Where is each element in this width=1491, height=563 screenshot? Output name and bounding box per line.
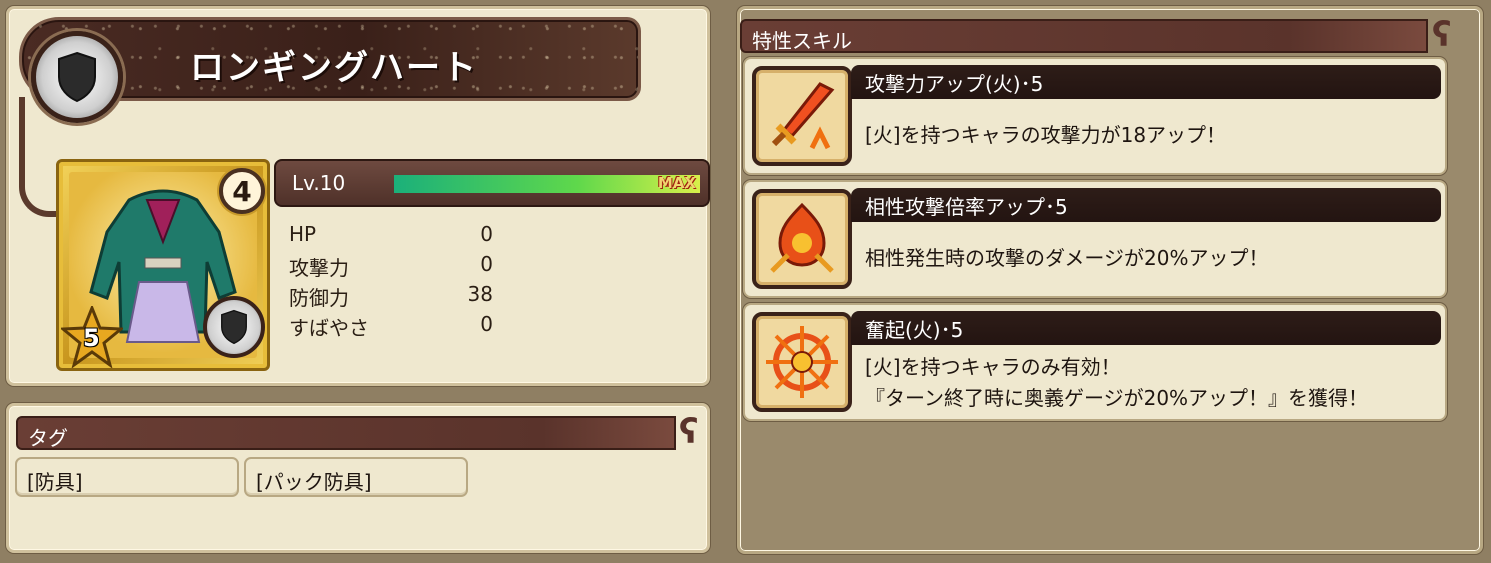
skill-description-line: 『ターン終了時に奥義ゲージが20%アップ！』を獲得！ <box>865 386 1369 410</box>
skill-description-line: [火]を持つキャラのみ有効！ <box>865 355 1121 379</box>
stat-name: すばやさ <box>289 316 369 340</box>
tag-chip[interactable]: [パック防具] <box>244 457 468 497</box>
skill-panel: 特性スキル ʕ 攻撃力アップ(火)･5 [火]を持つキャラの攻撃力が18アップ！… <box>737 6 1483 554</box>
level-bar: Lv.10 MAX <box>274 159 710 207</box>
stat-row-attack: 攻撃力 0 <box>289 252 493 282</box>
stat-value: 38 <box>467 282 493 306</box>
stat-value: 0 <box>480 312 493 336</box>
skill-description-line: [火]を持つキャラの攻撃力が18アップ！ <box>865 123 1227 147</box>
tag-panel: タグ ʕ [防具] [パック防具] <box>6 403 710 553</box>
skill-item[interactable]: 攻撃力アップ(火)･5 [火]を持つキャラの攻撃力が18アップ！ <box>743 57 1447 175</box>
stat-name: HP <box>289 222 317 246</box>
header-flourish: ʕ <box>1432 15 1452 55</box>
rarity-badge: 4 <box>219 168 265 214</box>
fire-sword-up-icon <box>752 66 852 166</box>
star-count: 5 <box>83 324 100 352</box>
stat-value: 0 <box>480 222 493 246</box>
stat-name: 攻撃力 <box>289 256 349 280</box>
stat-name: 防御力 <box>289 286 349 310</box>
stat-row-hp: HP 0 <box>289 222 493 252</box>
shield-icon <box>31 31 123 123</box>
item-info-panel: ロンギングハート 4 5 Lv.10 MAX HP 0 攻撃力 0 防御力 38… <box>6 6 710 386</box>
skill-description-line: 相性発生時の攻撃のダメージが20%アップ！ <box>865 246 1269 270</box>
tag-chip[interactable]: [防具] <box>15 457 239 497</box>
header-flourish: ʕ <box>679 412 699 452</box>
fire-affinity-up-icon <box>752 189 852 289</box>
skill-name: 相性攻撃倍率アップ･5 <box>851 188 1441 222</box>
skill-item[interactable]: 相性攻撃倍率アップ･5 相性発生時の攻撃のダメージが20%アップ！ <box>743 180 1447 298</box>
stat-value: 0 <box>480 252 493 276</box>
level-label: Lv.10 <box>292 171 346 195</box>
level-progress-track: MAX <box>394 174 700 193</box>
skill-item[interactable]: 奮起(火)･5 [火]を持つキャラのみ有効！ 『ターン終了時に奥義ゲージが20%… <box>743 303 1447 421</box>
skill-name: 攻撃力アップ(火)･5 <box>851 65 1441 99</box>
level-progress-fill <box>394 175 700 193</box>
stat-row-speed: すばやさ 0 <box>289 312 493 342</box>
skill-header: 特性スキル <box>740 19 1428 53</box>
shield-icon <box>203 296 265 358</box>
stat-row-defense: 防御力 38 <box>289 282 493 312</box>
fire-rally-icon <box>752 312 852 412</box>
tag-header: タグ <box>16 416 676 450</box>
item-name: ロンギングハート <box>190 48 478 88</box>
skill-name: 奮起(火)･5 <box>851 311 1441 345</box>
level-max-label: MAX <box>657 174 696 192</box>
item-card[interactable]: 4 5 <box>56 159 270 371</box>
